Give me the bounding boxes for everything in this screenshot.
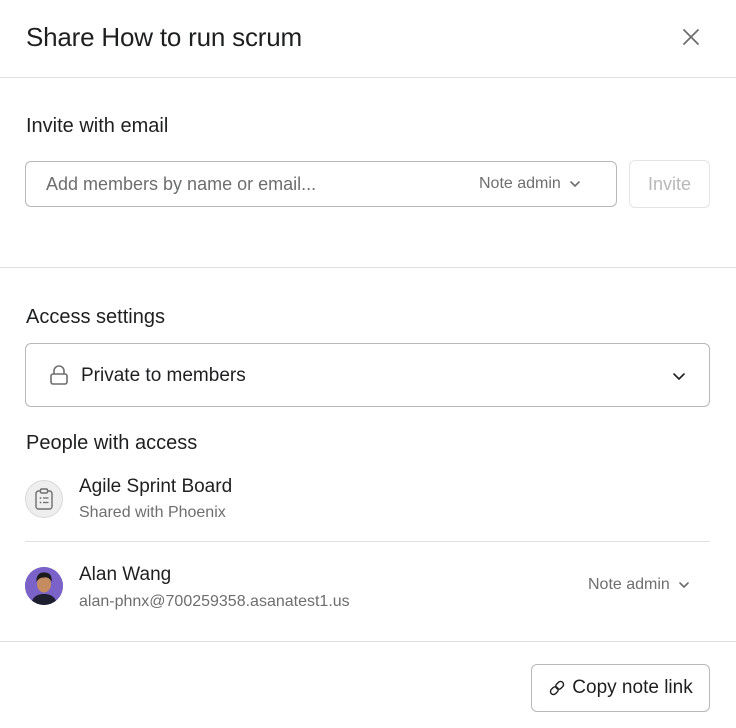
list-item: Agile Sprint Board Shared with Phoenix [25,473,710,529]
invite-heading: Invite with email [26,115,169,137]
dialog-header: Share How to run scrum [0,0,736,78]
clipboard-icon [35,488,53,510]
people-heading: People with access [26,432,198,454]
footer-divider [0,641,736,642]
board-avatar [25,480,63,518]
chevron-down-icon [673,373,685,380]
chevron-down-icon [570,181,580,187]
invite-role-dropdown[interactable]: Note admin [479,175,581,193]
row-divider [25,541,710,542]
invite-field-container: Note admin [25,161,617,207]
person-subtext: Shared with Phoenix [79,504,226,521]
close-button[interactable] [674,20,708,54]
person-name: Alan Wang [79,564,172,585]
share-dialog: Share How to run scrum Invite with email… [0,0,736,728]
member-role-label: Note admin [588,576,670,593]
user-photo-icon [25,567,63,605]
copy-note-link-button[interactable]: Copy note link [531,664,710,712]
person-name: Agile Sprint Board [79,476,233,497]
section-divider [0,267,736,268]
access-heading: Access settings [26,306,165,328]
access-selected-label: Private to members [81,365,246,386]
member-role-dropdown[interactable]: Note admin [588,576,690,594]
copy-note-link-label: Copy note link [572,677,693,698]
avatar [25,567,63,605]
lock-icon [50,365,68,385]
list-item: Alan Wang alan-phnx@700259358.asanatest1… [25,561,710,617]
chevron-down-icon [679,582,689,588]
close-icon [683,29,699,45]
invite-button[interactable]: Invite [629,160,710,208]
person-email: alan-phnx@700259358.asanatest1.us [79,593,350,610]
access-settings-dropdown[interactable]: Private to members [25,343,710,407]
invite-input[interactable] [46,162,466,206]
dialog-title: Share How to run scrum [26,22,302,52]
invite-role-label: Note admin [479,175,561,192]
link-icon [550,680,565,696]
